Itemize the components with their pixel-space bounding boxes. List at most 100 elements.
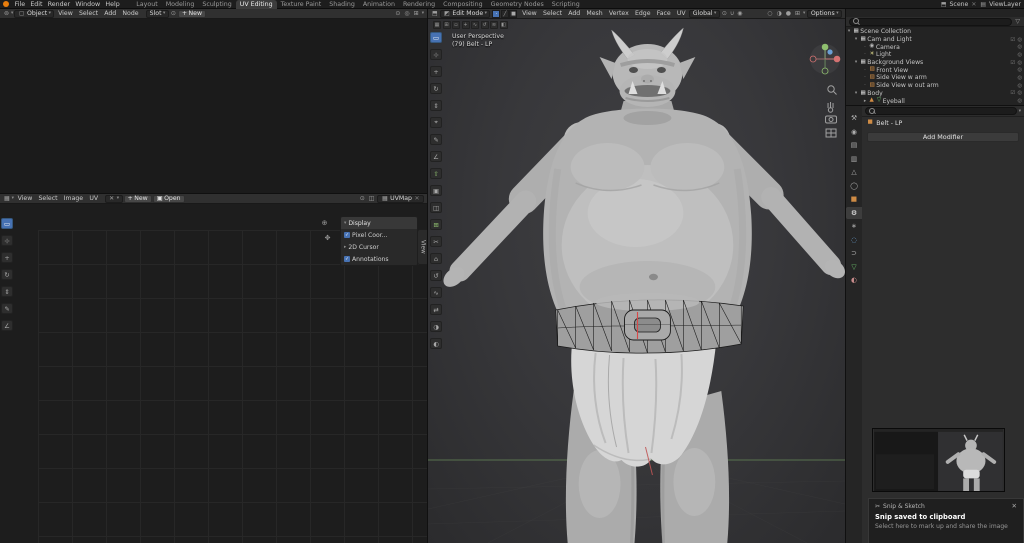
shading-material-icon[interactable]: ● [785, 10, 792, 17]
tool-rotate-icon[interactable]: ↻ [1, 269, 13, 280]
tool-inset-icon[interactable]: ▣ [430, 185, 442, 196]
tool-shrink-icon[interactable]: ◑ [430, 321, 442, 332]
checkbox-icon[interactable]: ☑ [1010, 37, 1015, 43]
snap-icon[interactable]: ◎ [403, 10, 410, 17]
outliner-item-label[interactable]: Cam and Light [867, 36, 911, 43]
tool-measure-icon[interactable]: ∠ [430, 151, 442, 162]
vp-menu-view[interactable]: View [519, 10, 539, 17]
visibility-toggles[interactable]: ◎ [1017, 67, 1022, 73]
uv-menu-uv[interactable]: UV [87, 195, 101, 202]
edge-select-icon[interactable]: ╱ [500, 9, 509, 18]
viewport-ortho-toggle-icon[interactable] [825, 128, 837, 138]
outliner-item-label[interactable]: Side View w out arm [876, 82, 938, 89]
tab-physics-icon[interactable]: ◌ [846, 234, 862, 246]
tab-output-icon[interactable]: ▤ [846, 139, 862, 151]
visibility-toggles[interactable]: ☑ ◎ [1010, 37, 1022, 43]
pin-icon[interactable]: ⊙ [394, 10, 401, 17]
menu-edit[interactable]: Edit [28, 1, 45, 8]
workspace-tab-scripting[interactable]: Scripting [548, 0, 584, 9]
tool-cursor-icon[interactable]: ⊹ [1, 235, 13, 246]
filter-icon[interactable]: ▽ [1014, 18, 1021, 25]
visibility-toggles[interactable]: ◎ [1017, 44, 1022, 50]
outliner-search-input[interactable] [849, 17, 1013, 26]
shader-type-selector[interactable]: ▢ Object ▾ [14, 9, 55, 18]
workspace-tab-compositing[interactable]: Compositing [439, 0, 486, 9]
tool-bevel-icon[interactable]: ◫ [430, 202, 442, 213]
snap-magnet-icon[interactable]: ∪ [729, 10, 735, 17]
workspace-tab-modeling[interactable]: Modeling [162, 0, 199, 9]
overlays-icon[interactable]: ⊞ [794, 10, 801, 17]
hide-icon[interactable]: ◎ [1017, 67, 1022, 73]
new-material-button[interactable]: + New [177, 9, 207, 18]
annotations-checkbox[interactable] [344, 256, 350, 262]
outliner-row-side-view-w-arm[interactable]: · ▨ Side View w arm ◎ [846, 74, 1024, 82]
hide-icon[interactable]: ◎ [1017, 98, 1022, 104]
uvmap-unlink-icon[interactable]: ✕ [413, 195, 420, 202]
viewport-scene[interactable] [428, 19, 845, 543]
outliner-item-label[interactable]: Background Views [867, 59, 923, 66]
outliner-item-label[interactable]: Eyeball [883, 98, 905, 105]
tool-annotate-icon[interactable]: ✎ [430, 134, 442, 145]
cursor-2d-row[interactable]: ▸ 2D Cursor [341, 241, 417, 253]
outliner-item-label[interactable]: Side View w arm [876, 74, 927, 81]
uv-menu-select[interactable]: Select [36, 195, 60, 202]
tab-particles-icon[interactable]: ∗ [846, 220, 862, 232]
workspace-tab-uv-editing[interactable]: UV Editing [235, 0, 277, 9]
tool-move-icon[interactable]: + [1, 252, 13, 263]
tool-select-box-icon[interactable]: ▭ [1, 218, 13, 229]
outliner-row-cam-and-light[interactable]: ▾ ▦ Cam and Light ☑ ◎ [846, 36, 1024, 44]
outliner-row-scene-collection[interactable]: ▾ ▦ Scene Collection [846, 28, 1024, 36]
outliner-item-label[interactable]: Camera [876, 44, 900, 51]
blender-logo-icon[interactable] [3, 1, 9, 7]
workspace-tab-layout[interactable]: Layout [132, 0, 161, 9]
workspace-tab-texture-paint[interactable]: Texture Paint [277, 0, 326, 9]
overlays-caret-icon[interactable]: ▾ [803, 11, 805, 16]
expand-arrow-icon[interactable]: ▾ [853, 37, 859, 42]
tool-option-icon[interactable]: ▦ [433, 21, 441, 29]
tab-data-icon[interactable]: ▽ [846, 261, 862, 273]
editor-type-icon[interactable]: ⬒ [431, 10, 439, 17]
close-icon[interactable]: ✕ [1012, 502, 1017, 510]
expand-arrow-icon[interactable]: ▾ [853, 60, 859, 65]
tab-world-icon[interactable]: ◯ [846, 180, 862, 192]
uv-menu-image[interactable]: Image [61, 195, 86, 202]
viewport-pan-icon[interactable] [827, 102, 834, 113]
expand-arrow-icon[interactable]: ▾ [846, 29, 852, 34]
open-image-button[interactable]: ▣ Open [152, 194, 185, 203]
workspace-tab-animation[interactable]: Animation [359, 0, 399, 9]
tool-spin-icon[interactable]: ↺ [430, 270, 442, 281]
outliner-item-label[interactable]: Light [876, 51, 891, 58]
image-pin-icon[interactable]: ⊙ [359, 195, 366, 202]
vp-menu-edge[interactable]: Edge [632, 10, 653, 17]
hide-icon[interactable]: ◎ [1017, 83, 1022, 89]
visibility-toggles[interactable]: ◎ [1017, 75, 1022, 81]
viewport-camera-icon[interactable] [825, 115, 838, 124]
viewport-nav-icons[interactable] [825, 85, 838, 138]
shader-node-canvas[interactable] [0, 19, 427, 193]
tool-scale-icon[interactable]: ⇕ [430, 100, 442, 111]
tool-annotate-icon[interactable]: ✎ [1, 303, 13, 314]
vp-menu-select[interactable]: Select [540, 10, 564, 17]
tab-modifiers-icon[interactable]: ⚙ [846, 206, 862, 219]
active-object-name[interactable]: Belt - LP [876, 120, 902, 127]
mode-selector[interactable]: ◩ Edit Mode ▾ [439, 9, 491, 18]
shader-menu-select[interactable]: Select [76, 10, 100, 17]
tool-shear-icon[interactable]: ◐ [430, 338, 442, 349]
tool-measure-icon[interactable]: ∠ [1, 320, 13, 331]
tab-tool-icon[interactable]: ⚒ [846, 112, 862, 124]
new-image-button[interactable]: + New [123, 194, 152, 203]
snip-thumbnail-image[interactable] [872, 428, 1005, 492]
tool-option-icon[interactable]: ⊞ [442, 21, 451, 29]
scene-selector[interactable]: Scene [949, 1, 968, 8]
tool-smooth-icon[interactable]: ∿ [430, 287, 442, 298]
scene-unlink-icon[interactable]: ✕ [970, 1, 977, 8]
tool-select-box-icon[interactable]: ▭ [430, 32, 442, 43]
tool-scale-icon[interactable]: ⇕ [1, 286, 13, 297]
uv-pan-icon[interactable]: ✥ [323, 234, 332, 243]
tool-edgeslide-icon[interactable]: ⇄ [430, 304, 442, 315]
vp-menu-mesh[interactable]: Mesh [584, 10, 605, 17]
tool-loopcut-icon[interactable]: ⊞ [430, 219, 442, 230]
hide-icon[interactable]: ◎ [1017, 75, 1022, 81]
outliner-item-label[interactable]: Body [867, 90, 882, 97]
tab-material-icon[interactable]: ◐ [846, 274, 862, 286]
